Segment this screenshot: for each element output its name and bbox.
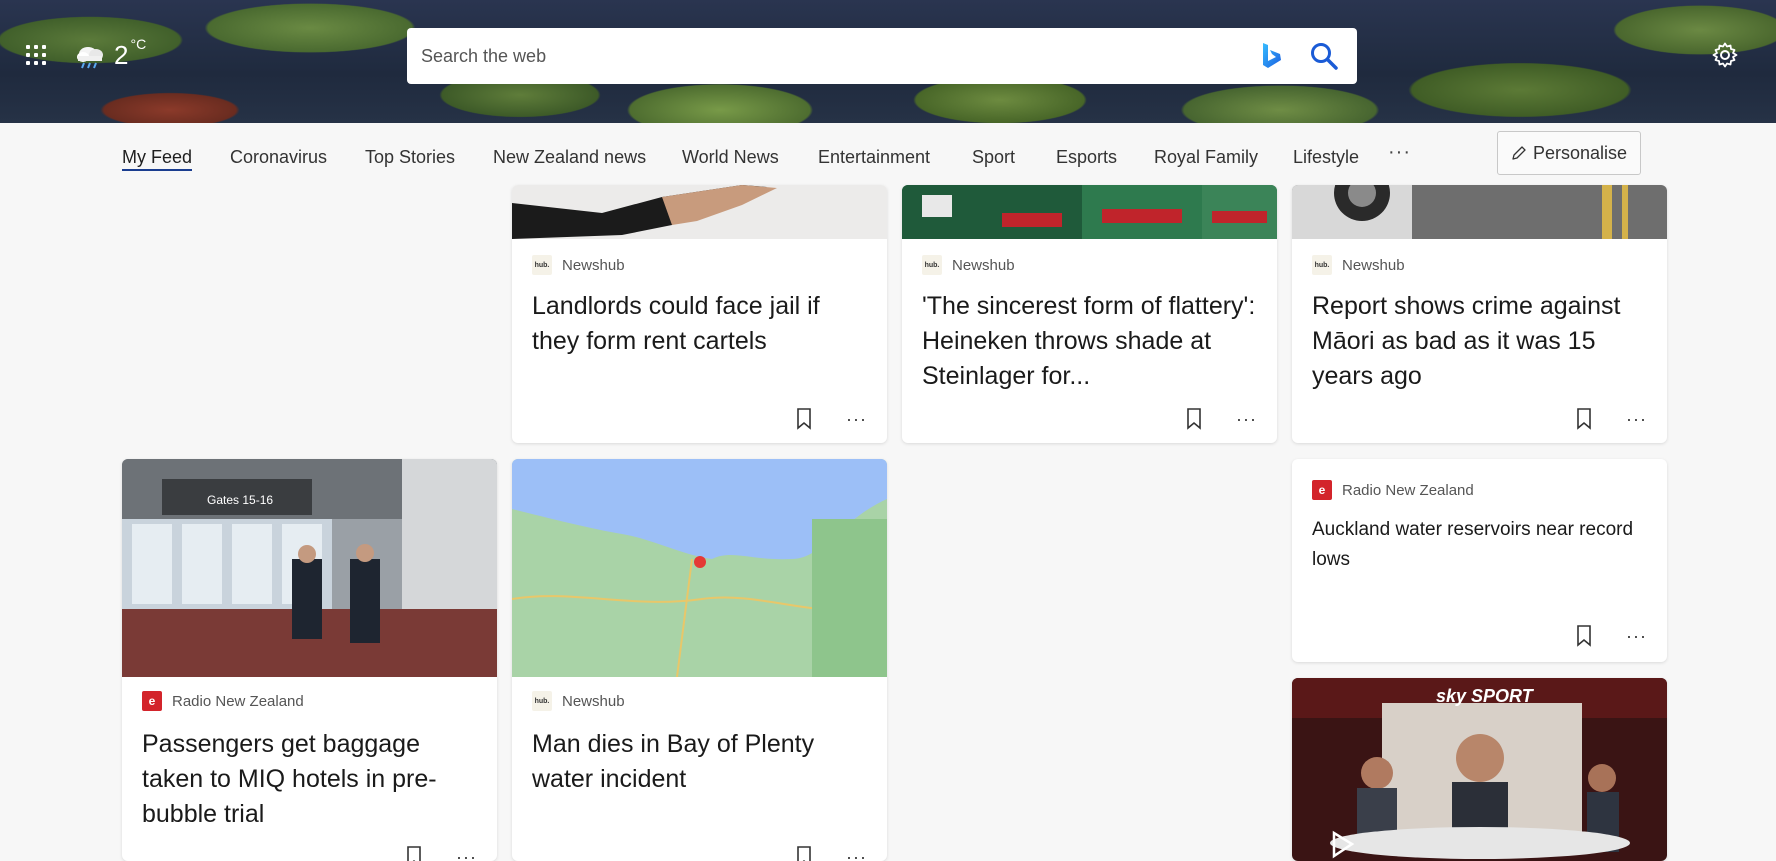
tab-my-feed[interactable]: My Feed (122, 147, 193, 171)
more-options-button[interactable]: ··· (1626, 627, 1647, 645)
news-card-baggage[interactable]: Gates 15-16 e Radio New Zealand Passenge… (122, 459, 497, 861)
bing-logo-icon[interactable] (1259, 41, 1285, 71)
more-options-button[interactable]: ··· (1626, 410, 1647, 428)
card-actions: ··· (796, 408, 867, 430)
bookmark-icon[interactable] (406, 846, 422, 861)
rnz-logo: e (142, 691, 162, 711)
header-banner: 2 °C (0, 0, 1776, 123)
newshub-logo: hub. (532, 255, 552, 275)
source-name: Newshub (1342, 256, 1405, 274)
tab-new-zealand-news[interactable]: New Zealand news (493, 147, 646, 168)
article-source: hub. Newshub (532, 691, 625, 711)
news-card-heineken[interactable]: hub. Newshub 'The sincerest form of flat… (902, 185, 1277, 443)
temperature-value: 2 (114, 40, 129, 70)
more-options-button[interactable]: ··· (456, 848, 477, 861)
article-headline[interactable]: 'The sincerest form of flattery': Heinek… (922, 289, 1257, 394)
article-image (1292, 185, 1667, 239)
article-source: e Radio New Zealand (1312, 480, 1474, 500)
source-name: Radio New Zealand (172, 692, 304, 710)
tab-world-news[interactable]: World News (682, 147, 779, 168)
rnz-logo: e (1312, 480, 1332, 500)
article-image: Gates 15-16 (122, 459, 497, 677)
video-card-sky-sport[interactable]: sky SPORT (1292, 678, 1667, 861)
more-options-button[interactable]: ··· (846, 410, 867, 428)
card-actions: ··· (1576, 625, 1647, 647)
source-name: Newshub (562, 692, 625, 710)
more-tabs-button[interactable]: ··· (1388, 141, 1411, 164)
app-launcher-icon[interactable] (26, 45, 46, 65)
article-source: hub. Newshub (922, 255, 1015, 275)
card-actions: ··· (1186, 408, 1257, 430)
bookmark-icon[interactable] (796, 408, 812, 430)
newshub-logo: hub. (532, 691, 552, 711)
card-actions: ··· (796, 846, 867, 861)
article-source: hub. Newshub (1312, 255, 1405, 275)
tab-coronavirus[interactable]: Coronavirus (230, 147, 327, 168)
news-card-bay-of-plenty[interactable]: hub. Newshub Man dies in Bay of Plenty w… (512, 459, 887, 861)
tab-lifestyle[interactable]: Lifestyle (1293, 147, 1359, 168)
source-name: Newshub (952, 256, 1015, 274)
article-source: hub. Newshub (532, 255, 625, 275)
pencil-icon (1512, 146, 1526, 160)
tab-sport[interactable]: Sport (972, 147, 1015, 168)
card-actions: ··· (406, 846, 477, 861)
article-image (902, 185, 1277, 239)
tab-entertainment[interactable]: Entertainment (818, 147, 930, 168)
sky-sport-logo: sky SPORT (1436, 686, 1533, 706)
personalise-label: Personalise (1532, 142, 1628, 163)
news-card-reservoirs[interactable]: e Radio New Zealand Auckland water reser… (1292, 459, 1667, 662)
tab-top-stories[interactable]: Top Stories (365, 147, 455, 168)
article-headline[interactable]: Report shows crime against Māori as bad … (1312, 289, 1647, 394)
feed-navigation: My Feed Coronavirus Top Stories New Zeal… (0, 123, 1776, 185)
article-source: e Radio New Zealand (142, 691, 304, 711)
card-actions: ··· (1576, 408, 1647, 430)
news-card-landlords[interactable]: hub. Newshub Landlords could face jail i… (512, 185, 887, 443)
bookmark-icon[interactable] (796, 846, 812, 861)
search-input[interactable] (421, 36, 1259, 76)
weather-widget[interactable]: 2 °C (74, 36, 146, 71)
cloud-rain-icon (77, 46, 103, 68)
article-headline[interactable]: Passengers get baggage taken to MIQ hote… (142, 727, 477, 832)
temperature-unit: °C (130, 36, 147, 52)
search-icon[interactable] (1309, 41, 1339, 71)
article-map-image (512, 459, 887, 677)
article-image (512, 185, 887, 239)
bookmark-icon[interactable] (1576, 625, 1592, 647)
bookmark-icon[interactable] (1576, 408, 1592, 430)
gate-sign-text: Gates 15-16 (207, 493, 273, 507)
article-headline[interactable]: Auckland water reservoirs near record lo… (1312, 515, 1647, 575)
tab-esports[interactable]: Esports (1056, 147, 1117, 168)
bookmark-icon[interactable] (1186, 408, 1202, 430)
tab-royal-family[interactable]: Royal Family (1154, 147, 1258, 168)
more-options-button[interactable]: ··· (846, 848, 867, 861)
source-name: Newshub (562, 256, 625, 274)
more-options-button[interactable]: ··· (1236, 410, 1257, 428)
article-headline[interactable]: Landlords could face jail if they form r… (532, 289, 867, 359)
newshub-logo: hub. (1312, 255, 1332, 275)
source-name: Radio New Zealand (1342, 481, 1474, 499)
article-headline[interactable]: Man dies in Bay of Plenty water incident (532, 727, 867, 797)
settings-gear-icon[interactable] (1712, 42, 1738, 68)
search-bar[interactable] (407, 28, 1357, 84)
personalise-button[interactable]: Personalise (1497, 131, 1641, 175)
newshub-logo: hub. (922, 255, 942, 275)
news-card-maori-crime[interactable]: hub. Newshub Report shows crime against … (1292, 185, 1667, 443)
